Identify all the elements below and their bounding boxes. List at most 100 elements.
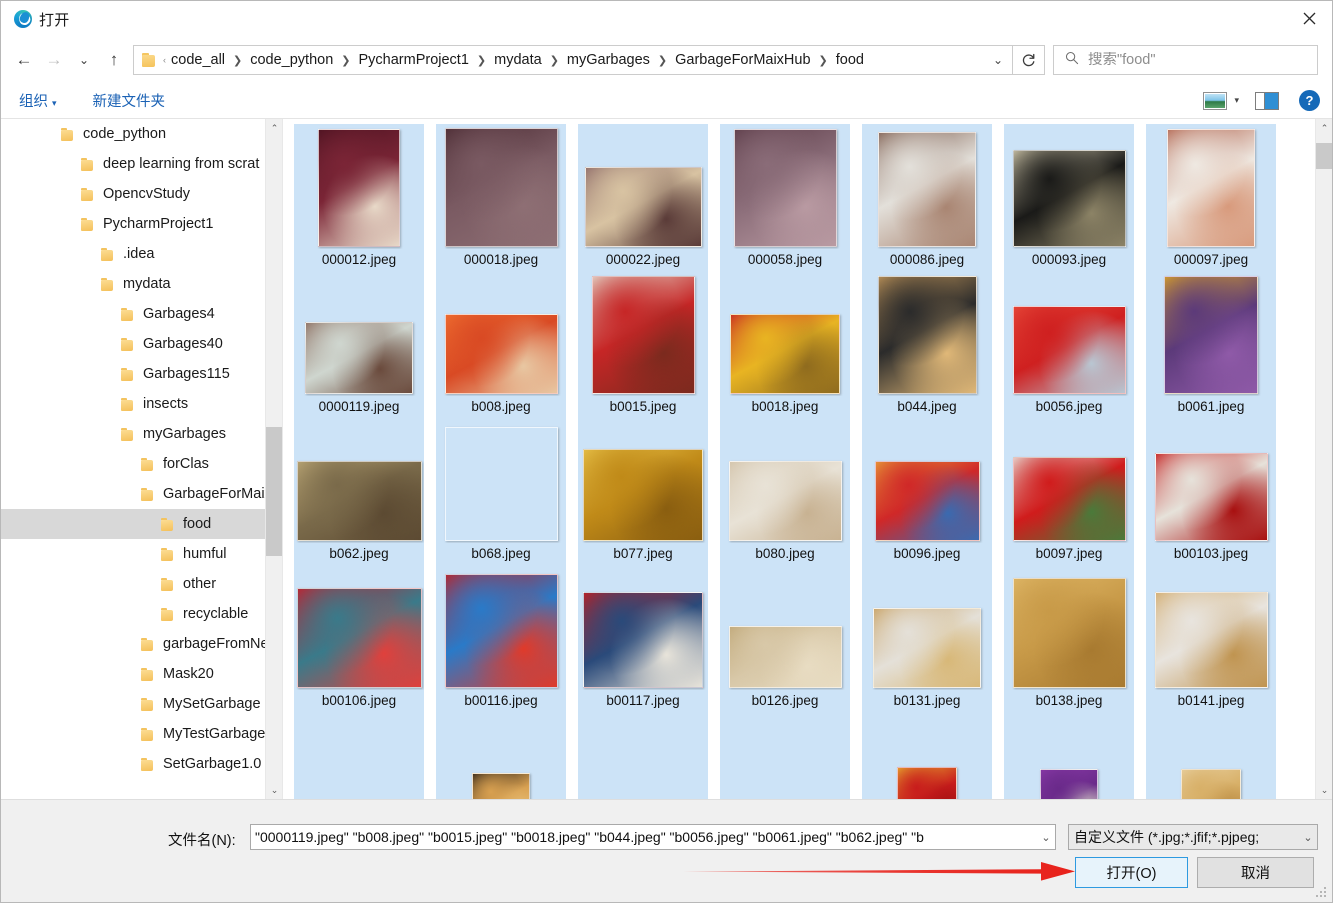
breadcrumb-item-code_all[interactable]: code_all [170, 52, 226, 68]
folder-tree-scrollbar[interactable]: ⌃ ⌄ [265, 119, 282, 799]
sidebar-item-garbageformaixhub[interactable]: GarbageForMaixHub [1, 479, 265, 509]
breadcrumb-separator[interactable]: ❯ [334, 54, 357, 67]
sidebar-item-mysetgarbage[interactable]: MySetGarbage [1, 689, 265, 719]
scroll-down-chevron-down-icon[interactable]: ⌄ [1316, 781, 1332, 799]
sidebar-item-opencvstudy[interactable]: OpencvStudy [1, 179, 265, 209]
file-list-scrollbar[interactable]: ⌃ ⌄ [1315, 119, 1332, 799]
scroll-down-chevron-down-icon[interactable]: ⌄ [266, 781, 282, 799]
file-tile[interactable]: b00116.jpeg [436, 565, 566, 712]
breadcrumb-item-mygarbages[interactable]: myGarbages [566, 52, 651, 68]
sidebar-item-deep-learning-from-scrat[interactable]: deep learning from scrat [1, 149, 265, 179]
file-tile[interactable]: 000018.jpeg [436, 124, 566, 271]
filename-input[interactable]: "0000119.jpeg" "b008.jpeg" "b0015.jpeg" … [251, 829, 1037, 845]
file-tile[interactable]: b00106.jpeg [294, 565, 424, 712]
file-tile[interactable]: 0000119.jpeg [294, 271, 424, 418]
search-box[interactable] [1053, 45, 1318, 75]
breadcrumb-item-food[interactable]: food [835, 52, 865, 68]
help-icon[interactable]: ? [1299, 90, 1320, 111]
close-icon[interactable] [1286, 1, 1332, 35]
file-tile[interactable]: b0131.jpeg [862, 565, 992, 712]
file-tile[interactable]: b008.jpeg [436, 271, 566, 418]
file-tile[interactable] [862, 712, 992, 799]
breadcrumb-item-mydata[interactable]: mydata [493, 52, 543, 68]
file-tile[interactable]: b062.jpeg [294, 418, 424, 565]
file-tile[interactable]: b0018.jpeg [720, 271, 850, 418]
file-tile[interactable]: b0056.jpeg [1004, 271, 1134, 418]
file-tile[interactable]: b00117.jpeg [578, 565, 708, 712]
file-tile[interactable]: 000012.jpeg [294, 124, 424, 271]
path-chevron-down-icon[interactable]: ⌄ [984, 46, 1012, 74]
sidebar-item-mask20[interactable]: Mask20 [1, 659, 265, 689]
breadcrumb-separator[interactable]: ❯ [226, 54, 249, 67]
breadcrumb-item-garbageformaixhub[interactable]: GarbageForMaixHub [674, 52, 811, 68]
scrollbar-thumb[interactable] [266, 426, 282, 556]
file-tile[interactable]: 000022.jpeg [578, 124, 708, 271]
sidebar-item-mydata[interactable]: mydata [1, 269, 265, 299]
sidebar-item-code-python[interactable]: code_python [1, 119, 265, 149]
file-tile[interactable]: b0141.jpeg [1146, 565, 1276, 712]
filename-chevron-down-icon[interactable]: ⌄ [1037, 831, 1055, 844]
sidebar-item-mytestgarbage[interactable]: MyTestGarbage [1, 719, 265, 749]
sidebar-item-idea[interactable]: .idea [1, 239, 265, 269]
breadcrumb-item-pycharmproject1[interactable]: PycharmProject1 [358, 52, 470, 68]
file-type-combobox[interactable]: 自定义文件 (*.jpg;*.jfif;*.pjpeg; ⌄ [1068, 824, 1318, 850]
file-tile[interactable]: 000058.jpeg [720, 124, 850, 271]
file-tile[interactable]: b0015.jpeg [578, 271, 708, 418]
file-tile[interactable]: b0096.jpeg [862, 418, 992, 565]
sidebar-item-forclas[interactable]: forClas [1, 449, 265, 479]
scrollbar-track[interactable] [1316, 137, 1332, 781]
file-tile[interactable]: b0061.jpeg [1146, 271, 1276, 418]
breadcrumb-separator[interactable]: ❯ [470, 54, 493, 67]
breadcrumb-separator[interactable]: ❯ [812, 54, 835, 67]
file-tile[interactable]: 000093.jpeg [1004, 124, 1134, 271]
organize-button[interactable]: 组织 ▾ [19, 90, 57, 111]
sidebar-item-pycharmproject1[interactable]: PycharmProject1 [1, 209, 265, 239]
sidebar-item-garbages4[interactable]: Garbages4 [1, 299, 265, 329]
breadcrumb-separator[interactable]: ❯ [543, 54, 566, 67]
arrow-right-icon[interactable]: → [39, 45, 69, 75]
file-tile[interactable]: 000086.jpeg [862, 124, 992, 271]
sidebar-item-other[interactable]: other [1, 569, 265, 599]
picture-view-icon[interactable] [1203, 91, 1228, 110]
file-tile[interactable]: 000097.jpeg [1146, 124, 1276, 271]
refresh-icon[interactable] [1013, 45, 1045, 75]
sidebar-item-recyclable[interactable]: recyclable [1, 599, 265, 629]
file-tile[interactable]: b0097.jpeg [1004, 418, 1134, 565]
arrow-up-icon[interactable]: ↑ [99, 45, 129, 75]
file-tile[interactable] [436, 712, 566, 799]
file-tile[interactable] [720, 712, 850, 799]
file-type-chevron-down-icon[interactable]: ⌄ [1299, 831, 1317, 844]
scrollbar-track[interactable] [266, 137, 282, 781]
sidebar-item-setgarbage1-0[interactable]: SetGarbage1.0 [1, 749, 265, 779]
sidebar-item-food[interactable]: food [1, 509, 265, 539]
scrollbar-thumb[interactable] [1316, 143, 1332, 170]
breadcrumb-bar[interactable]: ‹ code_all ❯ code_python ❯ PycharmProjec… [133, 45, 1013, 75]
open-button[interactable]: 打开(O) [1075, 857, 1188, 888]
view-chevron-down-icon[interactable]: ▾ [1234, 95, 1239, 106]
sidebar-item-insects[interactable]: insects [1, 389, 265, 419]
cancel-button[interactable]: 取消 [1197, 857, 1314, 888]
file-tile[interactable] [1004, 712, 1134, 799]
filename-combobox[interactable]: "0000119.jpeg" "b008.jpeg" "b0015.jpeg" … [250, 824, 1056, 850]
sidebar-item-garbages115[interactable]: Garbages115 [1, 359, 265, 389]
file-tile[interactable] [578, 712, 708, 799]
sidebar-item-humful[interactable]: humful [1, 539, 265, 569]
new-folder-button[interactable]: 新建文件夹 [93, 90, 166, 111]
file-tile[interactable]: b044.jpeg [862, 271, 992, 418]
scroll-up-chevron-up-icon[interactable]: ⌃ [1316, 119, 1332, 137]
file-tile[interactable]: b00103.jpeg [1146, 418, 1276, 565]
preview-pane-icon[interactable] [1255, 91, 1279, 110]
sidebar-item-garbages40[interactable]: Garbages40 [1, 329, 265, 359]
recent-locations-chevron-down-icon[interactable]: ⌄ [69, 45, 99, 75]
sidebar-item-garbagefromnet[interactable]: garbageFromNet [1, 629, 265, 659]
file-tile[interactable] [1146, 712, 1276, 799]
file-tile[interactable]: b068.jpeg [436, 418, 566, 565]
file-tile[interactable]: b080.jpeg [720, 418, 850, 565]
resize-grip[interactable] [1316, 887, 1328, 899]
search-input[interactable] [1088, 52, 1317, 68]
sidebar-item-mygarbages[interactable]: myGarbages [1, 419, 265, 449]
breadcrumb-item-code_python[interactable]: code_python [249, 52, 334, 68]
file-tile[interactable] [294, 712, 424, 799]
file-tile[interactable]: b0138.jpeg [1004, 565, 1134, 712]
breadcrumb-separator[interactable]: ❯ [651, 54, 674, 67]
